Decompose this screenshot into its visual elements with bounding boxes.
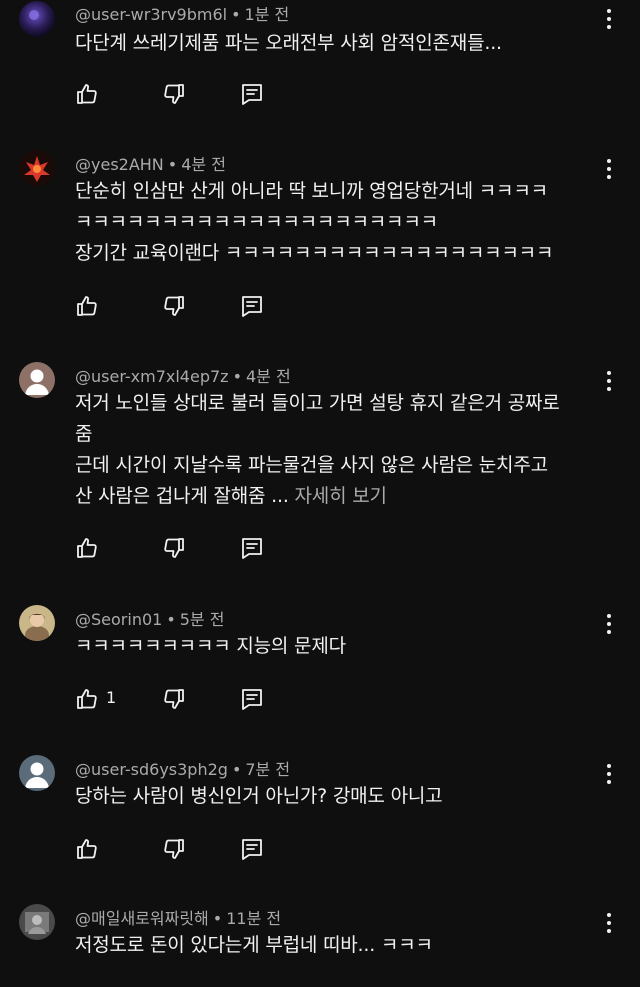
- comment-line: 줌: [75, 423, 93, 445]
- author-name[interactable]: @Seorin01: [75, 610, 162, 629]
- like-button[interactable]: [75, 294, 99, 318]
- like-button[interactable]: [75, 82, 99, 106]
- avatar[interactable]: [19, 605, 55, 641]
- read-more-link[interactable]: 자세히 보기: [295, 485, 387, 507]
- avatar[interactable]: [19, 904, 55, 940]
- author-name[interactable]: @user-wr3rv9bm6l: [75, 5, 227, 24]
- dislike-button[interactable]: [162, 536, 186, 560]
- separator: •: [231, 5, 241, 24]
- like-button[interactable]: [75, 536, 99, 560]
- comment-text: 저정도로 돈이 있다는게 부럽네 띠바... ㅋㅋㅋ: [75, 930, 595, 961]
- separator: •: [212, 909, 223, 928]
- comments-list: @user-wr3rv9bm6l • 1분 전 다단계 쓰레기제품 파는 오래전부 …: [0, 0, 640, 987]
- dislike-button[interactable]: [162, 837, 186, 861]
- comment-header: @yes2AHN • 4분 전: [75, 151, 226, 175]
- comment-line: 저거 노인들 상대로 불러 들이고 가면 설탕 휴지 같은거 공짜로: [75, 392, 560, 414]
- timestamp[interactable]: 4분 전: [246, 367, 291, 386]
- reply-icon: [242, 84, 262, 105]
- comment-actions: [75, 294, 375, 324]
- avatar[interactable]: [19, 150, 55, 186]
- avatar[interactable]: [19, 1, 55, 37]
- thumb-down-icon: [164, 538, 184, 558]
- reply-icon: [242, 538, 262, 559]
- more-vertical-icon[interactable]: [606, 764, 612, 786]
- reply-button[interactable]: [240, 294, 264, 318]
- thumb-down-icon: [164, 296, 184, 316]
- separator: •: [167, 155, 178, 174]
- timestamp[interactable]: 5분 전: [180, 610, 225, 629]
- avatar[interactable]: [19, 755, 55, 791]
- separator: •: [166, 610, 176, 629]
- comment-text: 당하는 사람이 병신인거 아닌가? 강매도 아니고: [75, 781, 595, 812]
- like-count: 1: [106, 688, 117, 707]
- comment-line: 다단계 쓰레기제품 파는 오래전부 사회 암적인존재들...: [75, 32, 502, 54]
- comment-actions: [75, 837, 375, 867]
- thumb-up-icon: [77, 689, 97, 709]
- timestamp[interactable]: 11분 전: [226, 909, 281, 928]
- timestamp[interactable]: 4분 전: [181, 155, 226, 174]
- thumb-down-icon: [164, 689, 184, 709]
- comment-actions: [75, 536, 375, 566]
- like-button[interactable]: [75, 837, 99, 861]
- comment-actions: 1: [75, 687, 375, 717]
- comment-line: 당하는 사람이 병신인거 아닌가? 강매도 아니고: [75, 785, 443, 807]
- like-button[interactable]: [75, 687, 99, 711]
- comment-header: @매일새로워짜릿해 • 11분 전: [75, 905, 281, 929]
- author-name[interactable]: @user-xm7xl4ep7z: [75, 367, 229, 386]
- reply-button[interactable]: [240, 536, 264, 560]
- comment-line: 저정도로 돈이 있다는게 부럽네 띠바... ㅋㅋㅋ: [75, 934, 433, 956]
- dislike-button[interactable]: [162, 82, 186, 106]
- more-vertical-icon[interactable]: [606, 614, 612, 636]
- dislike-button[interactable]: [162, 687, 186, 711]
- comment-actions: [75, 82, 375, 112]
- reply-button[interactable]: [240, 687, 264, 711]
- reply-icon: [242, 689, 262, 710]
- reply-icon: [242, 296, 262, 317]
- thumb-up-icon: [77, 538, 97, 558]
- reply-button[interactable]: [240, 837, 264, 861]
- comment-line: ㅋㅋㅋㅋㅋㅋㅋㅋㅋㅋㅋㅋㅋㅋㅋㅋㅋㅋㅋㅋㅋ: [75, 211, 438, 233]
- dislike-button[interactable]: [162, 294, 186, 318]
- author-name[interactable]: @yes2AHN: [75, 155, 164, 174]
- reply-button[interactable]: [240, 82, 264, 106]
- thumb-up-icon: [77, 84, 97, 104]
- comment-text: 다단계 쓰레기제품 파는 오래전부 사회 암적인존재들...: [75, 28, 595, 59]
- comment-line: 산 사람은 겁나게 잘해줌 ... 자세히 보기: [75, 481, 595, 512]
- comment-header: @Seorin01 • 5분 전: [75, 606, 224, 630]
- thumb-up-icon: [77, 296, 97, 316]
- more-vertical-icon[interactable]: [606, 371, 612, 393]
- comment-header: @user-sd6ys3ph2g • 7분 전: [75, 756, 290, 780]
- timestamp[interactable]: 7분 전: [245, 760, 290, 779]
- comment-line: 근데 시간이 지날수록 파는물건을 사지 않은 사람은 눈치주고: [75, 454, 548, 476]
- comment-line: ㅋㅋㅋㅋㅋㅋㅋㅋㅋ 지능의 문제다: [75, 635, 346, 657]
- comment-line: 단순히 인삼만 산게 아니라 딱 보니까 영업당한거네 ㅋㅋㅋㅋ: [75, 180, 548, 202]
- comment-header: @user-wr3rv9bm6l • 1분 전: [75, 1, 289, 25]
- more-vertical-icon[interactable]: [606, 159, 612, 181]
- comment-line-text: 산 사람은 겁나게 잘해줌 ...: [75, 485, 289, 507]
- author-name[interactable]: @매일새로워짜릿해: [75, 909, 209, 928]
- comment-line: 장기간 교육이랜다 ㅋㅋㅋㅋㅋㅋㅋㅋㅋㅋㅋㅋㅋㅋㅋㅋㅋㅋㅋ: [75, 242, 554, 264]
- more-vertical-icon[interactable]: [606, 9, 612, 31]
- reply-icon: [242, 839, 262, 860]
- separator: •: [232, 367, 242, 386]
- thumb-down-icon: [164, 84, 184, 104]
- comment-text: ㅋㅋㅋㅋㅋㅋㅋㅋㅋ 지능의 문제다: [75, 631, 595, 662]
- avatar[interactable]: [19, 362, 55, 398]
- thumb-down-icon: [164, 839, 184, 859]
- thumb-up-icon: [77, 839, 97, 859]
- more-vertical-icon[interactable]: [606, 913, 612, 935]
- separator: •: [231, 760, 242, 779]
- author-name[interactable]: @user-sd6ys3ph2g: [75, 760, 228, 779]
- timestamp[interactable]: 1분 전: [245, 5, 290, 24]
- comment-text: 저거 노인들 상대로 불러 들이고 가면 설탕 휴지 같은거 공짜로 줌 근데 …: [75, 388, 595, 512]
- comment-header: @user-xm7xl4ep7z • 4분 전: [75, 363, 291, 387]
- comment-text: 단순히 인삼만 산게 아니라 딱 보니까 영업당한거네 ㅋㅋㅋㅋ ㅋㅋㅋㅋㅋㅋㅋ…: [75, 176, 595, 269]
